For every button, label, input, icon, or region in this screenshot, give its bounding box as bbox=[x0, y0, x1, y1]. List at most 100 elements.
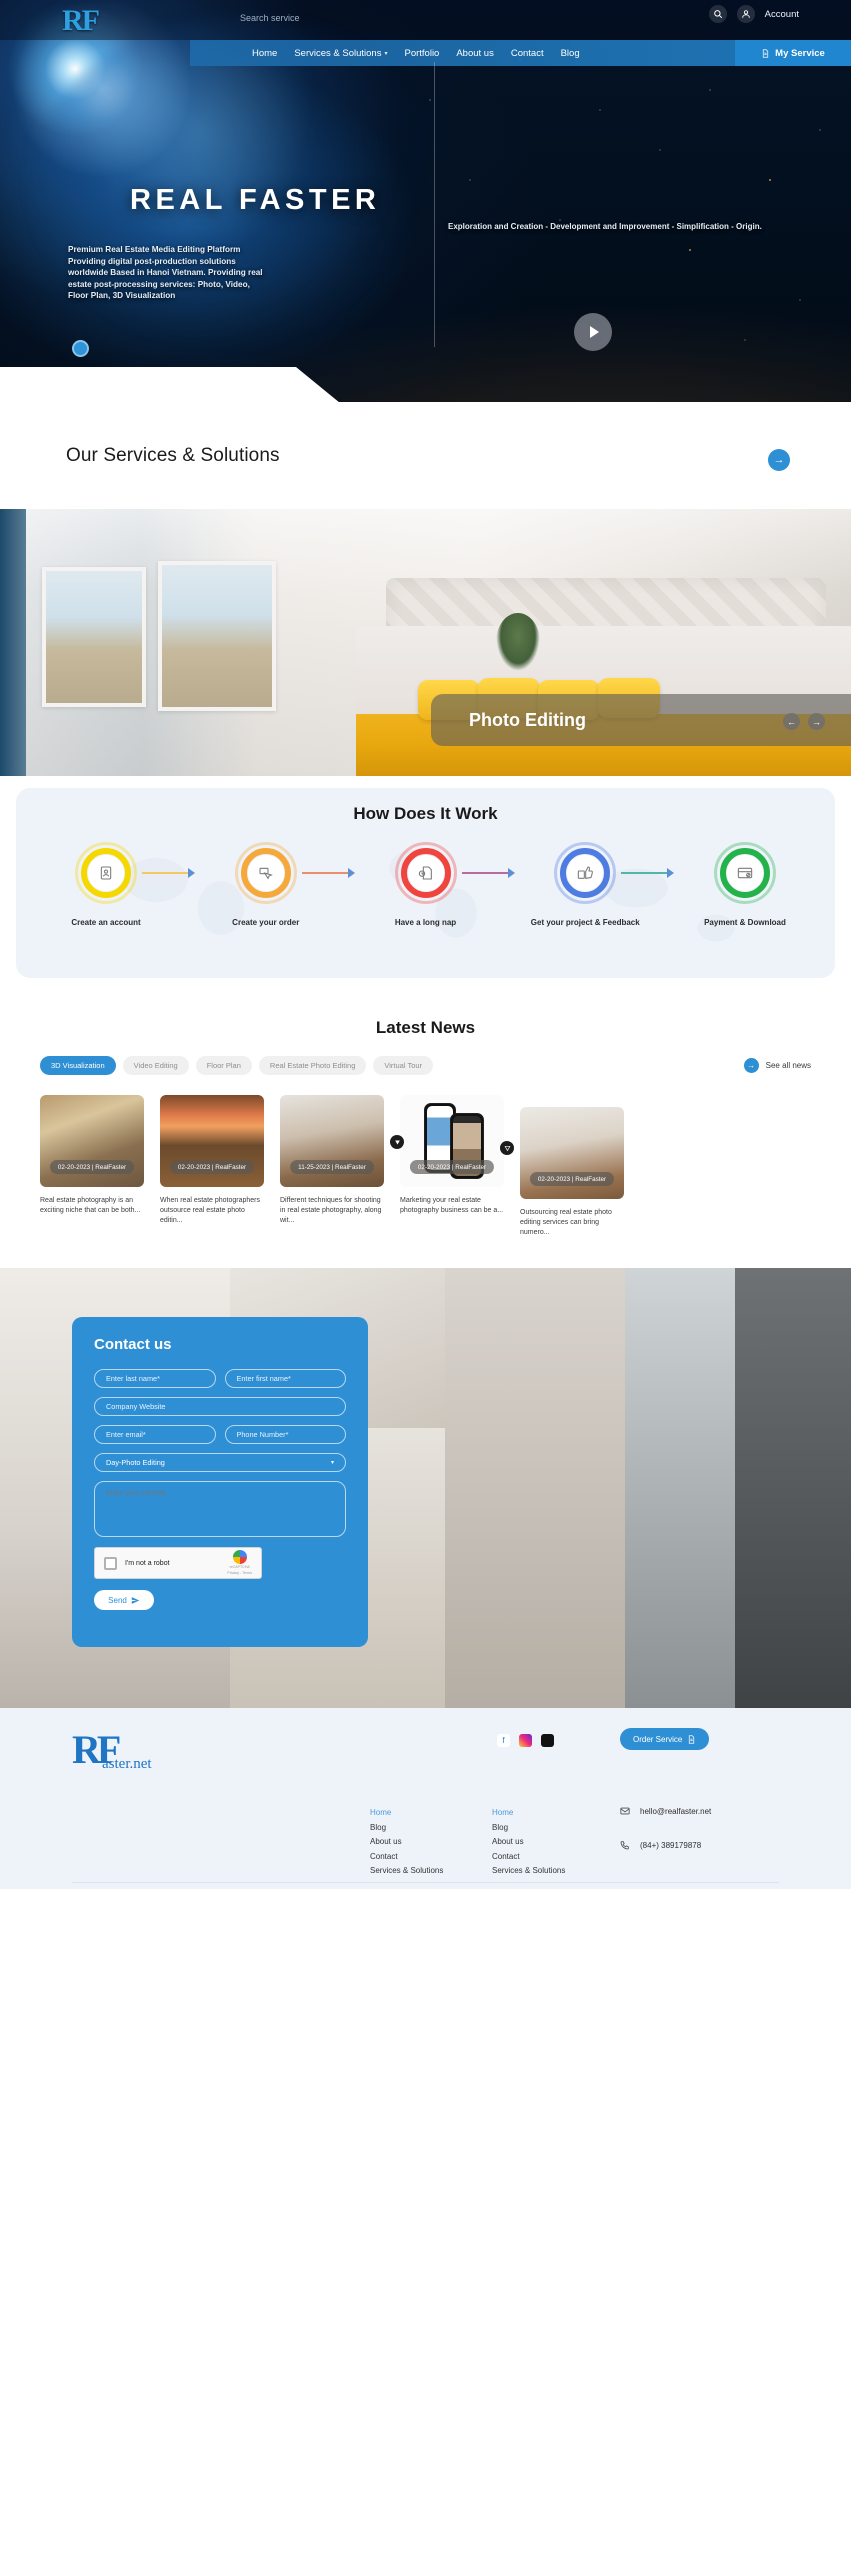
footer-link-home-2[interactable]: Home bbox=[492, 1806, 614, 1821]
first-name-input[interactable] bbox=[224, 1369, 346, 1388]
background-photo-tile bbox=[735, 1268, 851, 1708]
hero-section: RF Account Home Services & Solutions▾ Po… bbox=[0, 0, 851, 402]
nav-item-contact[interactable]: Contact bbox=[511, 48, 544, 59]
step-label: Payment & Download bbox=[704, 918, 786, 927]
footer-divider bbox=[72, 1882, 779, 1883]
news-cards: 02-20-2023 | RealFaster Real estate phot… bbox=[0, 1075, 851, 1238]
last-name-input[interactable] bbox=[94, 1369, 216, 1388]
service-select-value: Day-Photo Editing bbox=[106, 1458, 165, 1467]
nav-item-about-us[interactable]: About us bbox=[456, 48, 494, 59]
recaptcha-terms-text: Privacy - Terms bbox=[227, 1571, 252, 1575]
services-slider[interactable]: Photo Editing ← → bbox=[0, 509, 851, 776]
footer-link-blog[interactable]: Blog bbox=[370, 1821, 492, 1836]
footer-link-contact[interactable]: Contact bbox=[370, 1850, 492, 1865]
step-label: Get your project & Feedback bbox=[530, 918, 640, 927]
news-card-text: Different techniques for shooting in rea… bbox=[280, 1197, 382, 1224]
recaptcha-branding: reCAPTCHA Privacy - Terms bbox=[227, 1550, 252, 1576]
footer-logo[interactable]: RF aster.net bbox=[72, 1730, 152, 1773]
nav-item-services-solutions[interactable]: Services & Solutions ▾ bbox=[294, 48, 387, 59]
recaptcha-checkbox[interactable] bbox=[104, 1556, 117, 1570]
nav-item-contact-label: Contact bbox=[510, 47, 544, 59]
footer-link-contact-2[interactable]: Contact bbox=[492, 1850, 614, 1865]
nav-item-home[interactable]: Home bbox=[252, 48, 277, 59]
hero-slider-dot[interactable] bbox=[72, 340, 89, 357]
footer-logo-sub: aster.net bbox=[102, 1756, 152, 1772]
news-card[interactable]: 02-20-2023 | RealFaster Real estate phot… bbox=[40, 1095, 144, 1238]
service-select[interactable]: Day-Photo Editing ▾ bbox=[94, 1453, 346, 1472]
carousel-next-icon[interactable] bbox=[500, 1141, 514, 1155]
footer-link-home[interactable]: Home bbox=[370, 1806, 492, 1821]
hero-tagline: Exploration and Creation - Development a… bbox=[448, 222, 762, 231]
news-card[interactable]: 02-20-2023 | RealFaster Marketing your r… bbox=[390, 1095, 514, 1238]
tab-real-estate-photo-editing[interactable]: Real Estate Photo Editing bbox=[258, 1056, 367, 1075]
news-card[interactable]: 11-25-2023 | RealFaster Different techni… bbox=[280, 1095, 384, 1238]
order-service-button[interactable]: Order Service bbox=[620, 1728, 710, 1750]
hero-bottom-notch bbox=[0, 367, 340, 402]
step-create-your-order: Create your order bbox=[204, 842, 355, 928]
main-navigation: Home Services & Solutions ▾ Portfolio Abo… bbox=[190, 40, 851, 66]
footer-email-row[interactable]: hello@realfaster.net bbox=[620, 1806, 711, 1816]
see-all-news-label: See all news bbox=[765, 1061, 811, 1070]
services-section: Our Services & Solutions → Photo Editing… bbox=[0, 402, 851, 776]
facebook-icon[interactable]: f bbox=[497, 1734, 510, 1747]
user-icon[interactable] bbox=[736, 5, 755, 23]
step-label: Have a long nap bbox=[394, 918, 457, 927]
tab-virtual-tour[interactable]: Virtual Tour bbox=[373, 1056, 434, 1075]
news-card[interactable]: 02-20-2023 | RealFaster Outsourcing real… bbox=[520, 1107, 624, 1238]
phone-input[interactable] bbox=[224, 1425, 346, 1444]
tab-floor-plan[interactable]: Floor Plan bbox=[195, 1056, 252, 1075]
footer-link-blog-2[interactable]: Blog bbox=[492, 1821, 614, 1836]
news-card[interactable]: 02-20-2023 | RealFaster When real estate… bbox=[160, 1095, 264, 1238]
email-input[interactable] bbox=[94, 1425, 216, 1444]
company-website-input[interactable] bbox=[94, 1397, 346, 1416]
latest-news-title: Latest News bbox=[375, 1018, 476, 1037]
hero-play-button[interactable] bbox=[574, 313, 612, 351]
arrow-right-icon: → bbox=[743, 1058, 759, 1073]
site-logo[interactable]: RF bbox=[62, 4, 118, 40]
footer-link-about-us-2[interactable]: About us bbox=[492, 1835, 614, 1850]
news-category-tabs: 3D Visualization Video Editing Floor Pla… bbox=[0, 1056, 851, 1075]
footer-column-1: Home Blog About us Contact Services & So… bbox=[370, 1806, 492, 1879]
account-label[interactable]: Account bbox=[765, 9, 799, 20]
search-input[interactable] bbox=[240, 7, 440, 29]
background-photo-tile bbox=[445, 1268, 625, 1708]
send-button[interactable]: Send bbox=[94, 1590, 154, 1610]
footer-phone-row[interactable]: (84+) 389179878 bbox=[620, 1840, 711, 1850]
step-label: Create an account bbox=[71, 918, 141, 927]
tab-video-editing[interactable]: Video Editing bbox=[122, 1056, 189, 1075]
footer-link-services-solutions-2[interactable]: Services & Solutions bbox=[492, 1864, 614, 1879]
search-box[interactable] bbox=[240, 7, 440, 29]
footer-link-about-us[interactable]: About us bbox=[370, 1835, 492, 1850]
content-textarea[interactable] bbox=[94, 1481, 346, 1537]
carousel-prev-icon[interactable] bbox=[390, 1135, 404, 1149]
mail-icon bbox=[620, 1807, 630, 1815]
recaptcha-widget[interactable]: I'm not a robot reCAPTCHA Privacy - Term… bbox=[94, 1547, 262, 1579]
step-label: Create your order bbox=[232, 918, 300, 927]
my-service-button[interactable]: My Service bbox=[735, 40, 851, 66]
footer-link-services-solutions[interactable]: Services & Solutions bbox=[370, 1864, 492, 1879]
chevron-down-icon: ▾ bbox=[330, 1460, 334, 1466]
nav-item-portfolio[interactable]: Portfolio bbox=[404, 48, 439, 59]
slider-next-button[interactable]: → bbox=[808, 713, 825, 730]
news-card-badge: 02-20-2023 | RealFaster bbox=[49, 1160, 135, 1174]
tiktok-icon[interactable] bbox=[541, 1734, 554, 1747]
news-card-badge: 11-25-2023 | RealFaster bbox=[290, 1160, 374, 1174]
document-icon bbox=[689, 1734, 695, 1744]
nav-item-blog[interactable]: Blog bbox=[561, 48, 580, 59]
search-icon[interactable] bbox=[708, 5, 727, 23]
order-click-icon bbox=[250, 858, 281, 888]
step-create-an-account: Create an account bbox=[44, 842, 195, 928]
tab-3d-visualization[interactable]: 3D Visualization bbox=[40, 1056, 116, 1075]
footer-contact-info: hello@realfaster.net (84+) 389179878 bbox=[620, 1806, 711, 1874]
plant-graphic bbox=[496, 613, 540, 671]
services-arrow-right-icon[interactable]: → bbox=[768, 449, 790, 471]
send-button-label: Send bbox=[108, 1595, 127, 1605]
slider-prev-button[interactable]: ← bbox=[783, 713, 800, 730]
recaptcha-brand-text: reCAPTCHA bbox=[229, 1565, 250, 1569]
id-card-icon bbox=[91, 858, 121, 888]
contact-form-title: Contact us bbox=[94, 1336, 172, 1353]
see-all-news-button[interactable]: → See all news bbox=[743, 1058, 811, 1073]
background-photo-tile bbox=[625, 1268, 735, 1708]
instagram-icon[interactable] bbox=[519, 1734, 532, 1747]
footer-column-2: Home Blog About us Contact Services & So… bbox=[492, 1806, 614, 1879]
